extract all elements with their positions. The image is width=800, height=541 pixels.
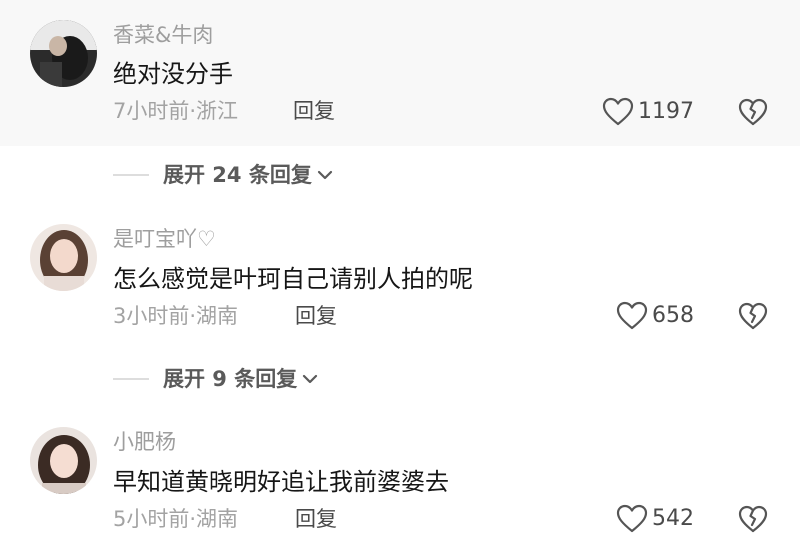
comment-meta: 3小时前·湖南 bbox=[113, 304, 239, 328]
avatar[interactable] bbox=[30, 20, 97, 87]
comment-text: 早知道黄晓明好追让我前婆婆去 bbox=[113, 468, 449, 496]
expand-replies-label: 展开 9 条回复 bbox=[163, 366, 298, 391]
comment-username[interactable]: 香菜&牛肉 bbox=[113, 25, 213, 46]
comment-meta: 7小时前·浙江 bbox=[113, 99, 239, 123]
like-count: 1197 bbox=[638, 99, 694, 124]
chevron-down-icon bbox=[303, 374, 318, 384]
like-count: 542 bbox=[652, 506, 694, 531]
heart-outline-icon bbox=[602, 97, 634, 126]
comment-text: 绝对没分手 bbox=[113, 60, 233, 88]
reply-button[interactable]: 回复 bbox=[295, 306, 337, 327]
comment-username[interactable]: 小肥杨 bbox=[113, 432, 176, 453]
avatar-image bbox=[30, 224, 97, 291]
comment-item: 是叮宝吖♡ 怎么感觉是叶珂自己请别人拍的呢 3小时前·湖南 回复 658 bbox=[0, 205, 800, 345]
expand-replies-button[interactable]: 展开 24 条回复 bbox=[113, 160, 334, 190]
avatar-image bbox=[30, 20, 97, 87]
like-button[interactable]: 542 bbox=[616, 502, 694, 536]
heart-outline-icon bbox=[616, 301, 648, 330]
dislike-button[interactable] bbox=[738, 97, 768, 127]
broken-heart-icon bbox=[738, 302, 768, 330]
comment-meta: 5小时前·湖南 bbox=[113, 507, 239, 531]
expand-replies-label: 展开 24 条回复 bbox=[163, 162, 312, 187]
comment-text: 怎么感觉是叶珂自己请别人拍的呢 bbox=[113, 265, 473, 293]
avatar-image bbox=[30, 427, 97, 494]
broken-heart-icon bbox=[738, 98, 768, 126]
divider-line bbox=[113, 174, 149, 176]
reply-button[interactable]: 回复 bbox=[293, 101, 335, 122]
expand-replies-button[interactable]: 展开 9 条回复 bbox=[113, 364, 319, 394]
comment-username[interactable]: 是叮宝吖♡ bbox=[113, 229, 216, 250]
heart-outline-icon bbox=[616, 504, 648, 533]
chevron-down-icon bbox=[317, 170, 332, 180]
dislike-button[interactable] bbox=[738, 504, 768, 534]
divider-line bbox=[113, 378, 149, 380]
reply-button[interactable]: 回复 bbox=[295, 509, 337, 530]
comment-item: 香菜&牛肉 绝对没分手 7小时前·浙江 回复 1197 bbox=[0, 0, 800, 146]
broken-heart-icon bbox=[738, 505, 768, 533]
like-button[interactable]: 658 bbox=[616, 299, 694, 333]
avatar[interactable] bbox=[30, 224, 97, 291]
dislike-button[interactable] bbox=[738, 301, 768, 331]
avatar[interactable] bbox=[30, 427, 97, 494]
like-button[interactable]: 1197 bbox=[602, 95, 694, 129]
like-count: 658 bbox=[652, 303, 694, 328]
comment-item: 小肥杨 早知道黄晓明好追让我前婆婆去 5小时前·湖南 回复 542 bbox=[0, 408, 800, 541]
